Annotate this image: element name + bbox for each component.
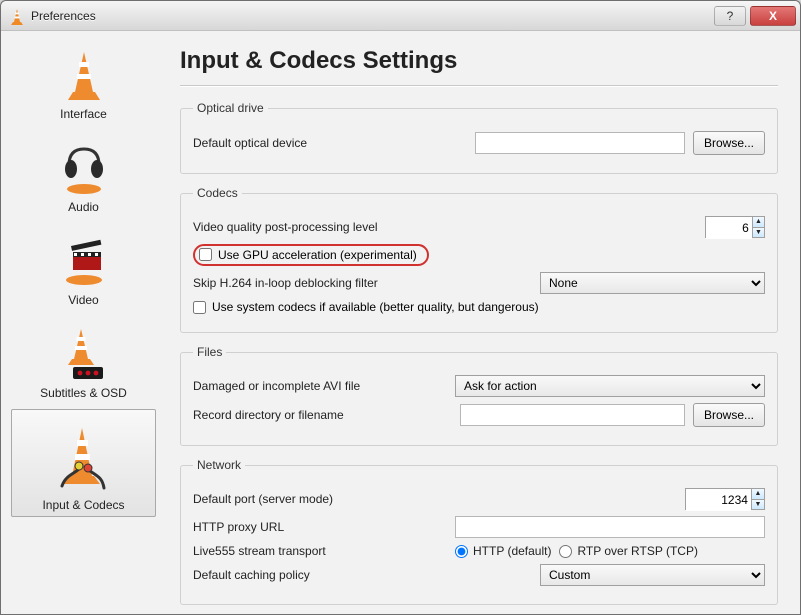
group-legend: Codecs bbox=[193, 186, 242, 200]
default-port-label: Default port (server mode) bbox=[193, 492, 685, 506]
radio-label: HTTP (default) bbox=[473, 544, 551, 558]
record-dir-input[interactable] bbox=[460, 404, 685, 426]
group-legend: Network bbox=[193, 458, 245, 472]
transport-rtp-radio[interactable]: RTP over RTSP (TCP) bbox=[559, 544, 697, 558]
network-group: Network Default port (server mode) ▲▼ HT… bbox=[180, 458, 778, 605]
skip-deblock-label: Skip H.264 in-loop deblocking filter bbox=[193, 276, 540, 290]
vqpp-value[interactable] bbox=[706, 217, 752, 239]
gpu-highlight: Use GPU acceleration (experimental) bbox=[193, 244, 429, 266]
sidebar-item-input-codecs[interactable]: Input & Codecs bbox=[11, 409, 156, 517]
sidebar-item-label: Interface bbox=[60, 107, 107, 121]
port-value[interactable] bbox=[686, 489, 751, 511]
browse-optical-button[interactable]: Browse... bbox=[693, 131, 765, 155]
spin-down-icon[interactable]: ▼ bbox=[752, 228, 764, 238]
divider bbox=[180, 85, 778, 87]
sidebar-item-subtitles[interactable]: Subtitles & OSD bbox=[11, 316, 156, 405]
default-optical-input[interactable] bbox=[475, 132, 685, 154]
record-dir-label: Record directory or filename bbox=[193, 408, 460, 422]
vqpp-spinbox[interactable]: ▲▼ bbox=[705, 216, 765, 238]
proxy-label: HTTP proxy URL bbox=[193, 520, 455, 534]
skip-deblock-select[interactable]: None bbox=[540, 272, 765, 294]
radio-rtp[interactable] bbox=[559, 545, 572, 558]
transport-label: Live555 stream transport bbox=[193, 544, 455, 558]
codecs-group: Codecs Video quality post-processing lev… bbox=[180, 186, 778, 333]
vlc-cone-icon bbox=[9, 8, 25, 24]
avi-label: Damaged or incomplete AVI file bbox=[193, 379, 455, 393]
spin-up-icon[interactable]: ▲ bbox=[751, 489, 764, 500]
preferences-window: Preferences ? X Interface Audio bbox=[0, 0, 801, 615]
titlebar: Preferences ? X bbox=[1, 1, 800, 31]
sidebar-item-label: Subtitles & OSD bbox=[40, 386, 127, 400]
sidebar-item-audio[interactable]: Audio bbox=[11, 130, 156, 219]
radio-label: RTP over RTSP (TCP) bbox=[577, 544, 697, 558]
optical-drive-group: Optical drive Default optical device Bro… bbox=[180, 101, 778, 174]
files-group: Files Damaged or incomplete AVI file Ask… bbox=[180, 345, 778, 446]
sidebar-item-interface[interactable]: Interface bbox=[11, 37, 156, 126]
window-buttons: ? X bbox=[714, 6, 796, 26]
syscodecs-label: Use system codecs if available (better q… bbox=[212, 300, 539, 314]
cone-icon bbox=[54, 48, 114, 103]
client-area: Interface Audio Video Subtitles & OSD bbox=[1, 31, 800, 614]
sidebar: Interface Audio Video Subtitles & OSD bbox=[1, 31, 166, 614]
caching-label: Default caching policy bbox=[193, 568, 540, 582]
avi-select[interactable]: Ask for action bbox=[455, 375, 765, 397]
gpu-label: Use GPU acceleration (experimental) bbox=[218, 248, 417, 262]
vqpp-label: Video quality post-processing level bbox=[193, 220, 705, 234]
window-title: Preferences bbox=[31, 9, 714, 23]
gpu-checkbox[interactable] bbox=[199, 248, 212, 261]
group-legend: Files bbox=[193, 345, 226, 359]
sidebar-item-video[interactable]: Video bbox=[11, 223, 156, 312]
spin-down-icon[interactable]: ▼ bbox=[751, 500, 764, 510]
group-legend: Optical drive bbox=[193, 101, 268, 115]
help-button[interactable]: ? bbox=[714, 6, 746, 26]
caching-select[interactable]: Custom bbox=[540, 564, 765, 586]
page-title: Input & Codecs Settings bbox=[180, 47, 778, 75]
settings-page: Input & Codecs Settings Optical drive De… bbox=[166, 31, 800, 614]
proxy-input[interactable] bbox=[455, 516, 765, 538]
cone-cables-icon bbox=[54, 424, 114, 494]
headphones-icon bbox=[54, 141, 114, 196]
cone-sign-icon bbox=[54, 327, 114, 382]
sidebar-item-label: Video bbox=[68, 293, 98, 307]
clapper-icon bbox=[54, 234, 114, 289]
close-button[interactable]: X bbox=[750, 6, 796, 26]
radio-http[interactable] bbox=[455, 545, 468, 558]
port-spinbox[interactable]: ▲▼ bbox=[685, 488, 765, 510]
syscodecs-checkbox[interactable] bbox=[193, 301, 206, 314]
transport-http-radio[interactable]: HTTP (default) bbox=[455, 544, 551, 558]
spin-up-icon[interactable]: ▲ bbox=[752, 217, 764, 228]
browse-record-button[interactable]: Browse... bbox=[693, 403, 765, 427]
default-optical-label: Default optical device bbox=[193, 136, 475, 150]
sidebar-item-label: Input & Codecs bbox=[42, 498, 124, 512]
sidebar-item-label: Audio bbox=[68, 200, 99, 214]
